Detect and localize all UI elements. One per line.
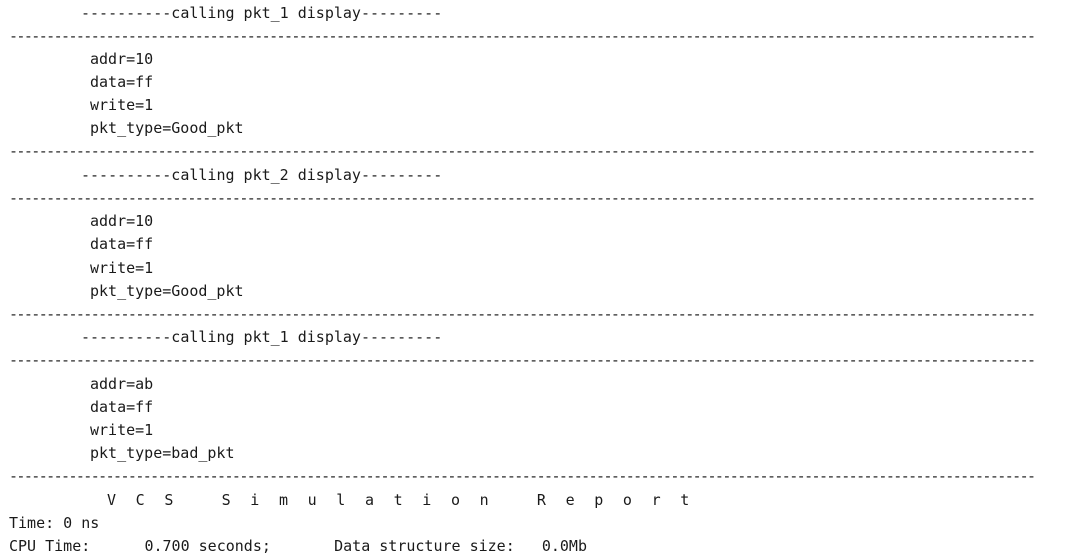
block-1-pkt-type: pkt_type=Good_pkt: [90, 119, 244, 137]
block-3-write: write=1: [90, 421, 154, 439]
separator-line: ----------------------------------------…: [9, 351, 1036, 369]
block-3-pkt-type: pkt_type=bad_pkt: [90, 444, 235, 462]
block-1-addr: addr=10: [90, 50, 154, 68]
report-title: V C S S i m u l a t i o n R e p o r t: [107, 491, 695, 509]
block-1-header: ----------calling pkt_1 display---------: [81, 4, 443, 22]
block-2-header: ----------calling pkt_2 display---------: [81, 166, 443, 184]
block-3-header: ----------calling pkt_1 display---------: [81, 328, 443, 346]
block-3-data: data=ff: [90, 398, 154, 416]
report-time: Time: 0 ns: [9, 514, 100, 532]
block-1-data: data=ff: [90, 73, 154, 91]
block-2-write: write=1: [90, 259, 154, 277]
block-1-write: write=1: [90, 96, 154, 114]
simulation-console-output: ----------calling pkt_1 display---------…: [0, 0, 1086, 558]
separator-line: ----------------------------------------…: [9, 305, 1036, 323]
separator-line: ----------------------------------------…: [9, 142, 1036, 160]
block-2-pkt-type: pkt_type=Good_pkt: [90, 282, 244, 300]
block-3-addr: addr=ab: [90, 375, 154, 393]
block-2-data: data=ff: [90, 235, 154, 253]
separator-line: ----------------------------------------…: [9, 189, 1036, 207]
separator-line: ----------------------------------------…: [9, 467, 1036, 485]
block-2-addr: addr=10: [90, 212, 154, 230]
separator-line: ----------------------------------------…: [9, 27, 1036, 45]
report-cpu-time: CPU Time: 0.700 seconds; Data structure …: [9, 537, 587, 555]
